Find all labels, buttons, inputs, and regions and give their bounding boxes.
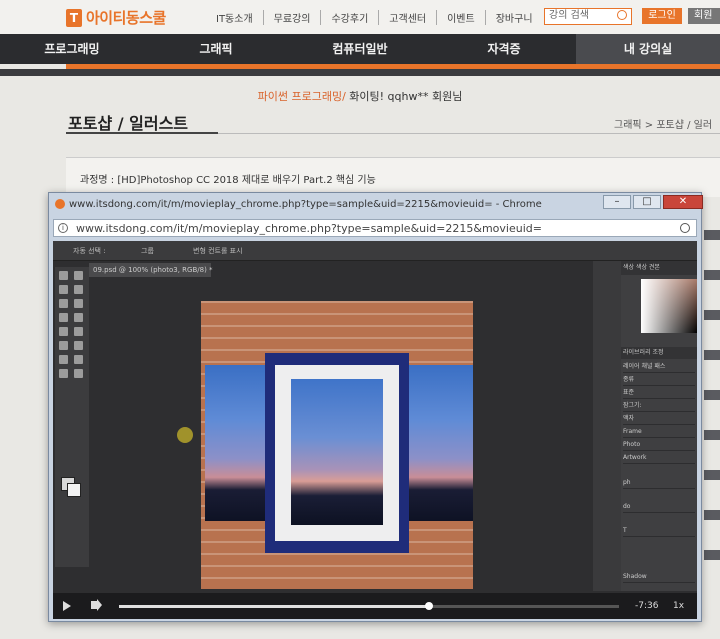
document-tab: 09.psd @ 100% (photo3, RGB/8) * (89, 263, 213, 277)
nav-shadow-strip (0, 69, 720, 76)
mouse-cursor-highlight (177, 427, 193, 443)
stamp-tool-icon (74, 313, 83, 322)
group-select: 그룹 (141, 247, 154, 255)
greeting-text: 파이썬 프로그래밍/ 화이팅! qqhw** 회원님 (0, 88, 720, 104)
hand-tool-icon (59, 369, 68, 378)
login-button[interactable]: 로그인 (642, 8, 682, 24)
logo-text: 아이티동스쿨 (86, 9, 166, 27)
address-url: www.itsdong.com/it/m/movieplay_chrome.ph… (76, 222, 542, 235)
heal-tool-icon (74, 299, 83, 308)
main-nav-item[interactable]: 프로그래밍 (0, 34, 144, 64)
layer-row: 액자 (623, 413, 695, 425)
minimize-button[interactable]: – (603, 195, 631, 209)
main-nav-item[interactable]: 자격증 (432, 34, 576, 64)
path-tool-icon (74, 355, 83, 364)
logo-icon: T (66, 8, 82, 27)
color-panel-tabs: 색상 색상 견본 (621, 261, 697, 275)
address-bar[interactable]: i www.itsdong.com/it/m/movieplay_chrome.… (53, 219, 697, 237)
player-controls: -7:36 1x (53, 593, 697, 619)
color-picker-field (641, 279, 697, 333)
remaining-time: -7:36 (635, 601, 659, 611)
gradient-tool-icon (74, 327, 83, 336)
layer-row: 잠그기: (623, 400, 695, 412)
layer-row: Photo (623, 439, 695, 451)
eraser-tool-icon (59, 327, 68, 336)
move-tool-icon (59, 271, 68, 280)
breadcrumb: 그래픽 > 포토샵 / 일러 (614, 120, 713, 131)
layer-row: 레이어 채널 패스 (623, 361, 695, 373)
favicon-icon (55, 199, 65, 209)
search-placeholder: 강의 검색 (549, 10, 589, 21)
layer-row: 종류 (623, 374, 695, 386)
photoshop-toolbar (55, 267, 89, 567)
dodge-tool-icon (59, 341, 68, 350)
window-title: www.itsdong.com/it/m/movieplay_chrome.ph… (69, 199, 542, 210)
top-nav-item[interactable]: 수강후기 (321, 10, 380, 25)
top-nav-item[interactable]: 장바구니 (486, 10, 543, 25)
title-underline (66, 132, 218, 134)
greeting-course: 파이썬 프로그래밍/ (257, 90, 346, 103)
close-button[interactable]: ✕ (663, 195, 703, 209)
volume-icon[interactable] (91, 601, 97, 609)
top-nav-item[interactable]: IT동소개 (206, 10, 264, 25)
search-icon[interactable] (680, 223, 690, 233)
layer-row: Frame (623, 426, 695, 438)
playback-speed[interactable]: 1x (673, 601, 684, 611)
panel-icon-strip (593, 261, 621, 591)
photoshop-right-panel: 색상 색상 견본 라이브러리 조정 레이어 채널 패스 종류 표준 잠그기: 액… (621, 261, 697, 591)
top-nav: IT동소개 무료강의 수강후기 고객센터 이벤트 장바구니 (206, 10, 543, 25)
framed-photo (291, 379, 383, 525)
play-icon[interactable] (63, 601, 71, 611)
seek-bar[interactable] (119, 602, 619, 610)
maximize-button[interactable]: □ (633, 195, 661, 209)
type-tool-icon (59, 355, 68, 364)
search-icon[interactable] (617, 10, 627, 20)
top-nav-item[interactable]: 무료강의 (264, 10, 322, 25)
background-color-swatch (67, 483, 81, 497)
page-title: 포토샵 / 일러스트 (68, 114, 189, 133)
site-logo[interactable]: T 아이티동스쿨 (66, 7, 166, 28)
pen-tool-icon (74, 341, 83, 350)
info-icon[interactable]: i (58, 223, 68, 233)
library-panel-tabs: 라이브러리 조정 (621, 347, 697, 359)
main-nav-item[interactable]: 그래픽 (144, 34, 288, 64)
layer-row: Shadow (623, 571, 695, 583)
greeting-user: 화이팅! qqhw** 회원님 (345, 90, 463, 103)
layer-row: 표준 (623, 387, 695, 399)
chrome-popup-window[interactable]: www.itsdong.com/it/m/movieplay_chrome.ph… (48, 192, 703, 622)
side-list-stripes (704, 200, 720, 639)
brush-tool-icon (59, 313, 68, 322)
layer-row: ph (623, 477, 695, 489)
eyedropper-tool-icon (59, 299, 68, 308)
crop-tool-icon (74, 285, 83, 294)
main-nav-item-my-classroom[interactable]: 내 강의실 (576, 34, 720, 64)
window-controls: – □ ✕ (603, 195, 703, 209)
lasso-tool-icon (59, 285, 68, 294)
seek-handle[interactable] (425, 602, 433, 610)
top-nav-item[interactable]: 고객센터 (379, 10, 438, 25)
course-name: 과정명 : [HD]Photoshop CC 2018 제대로 배우기 Part… (80, 175, 376, 186)
seek-progress (119, 605, 429, 608)
main-nav-item[interactable]: 컴퓨터일반 (288, 34, 432, 64)
site-topbar: T 아이티동스쿨 IT동소개 무료강의 수강후기 고객센터 이벤트 장바구니 강… (0, 0, 720, 34)
photoshop-options-bar: 자동 선택 : 그룹 변형 컨트롤 표시 (53, 241, 697, 261)
search-input[interactable]: 강의 검색 (544, 8, 632, 25)
video-player[interactable]: 자동 선택 : 그룹 변형 컨트롤 표시 09.psd @ 100% (phot… (53, 241, 697, 619)
marquee-tool-icon (74, 271, 83, 280)
signup-button[interactable]: 회원 (688, 8, 720, 24)
zoom-tool-icon (74, 369, 83, 378)
layer-row: T (623, 525, 695, 537)
top-nav-item[interactable]: 이벤트 (437, 10, 486, 25)
main-nav: 프로그래밍 그래픽 컴퓨터일반 자격증 내 강의실 (0, 34, 720, 64)
auto-select-label: 자동 선택 : (73, 247, 106, 255)
layer-row: Artwork (623, 452, 695, 464)
layer-row: do (623, 501, 695, 513)
transform-controls-label: 변형 컨트롤 표시 (193, 247, 243, 255)
